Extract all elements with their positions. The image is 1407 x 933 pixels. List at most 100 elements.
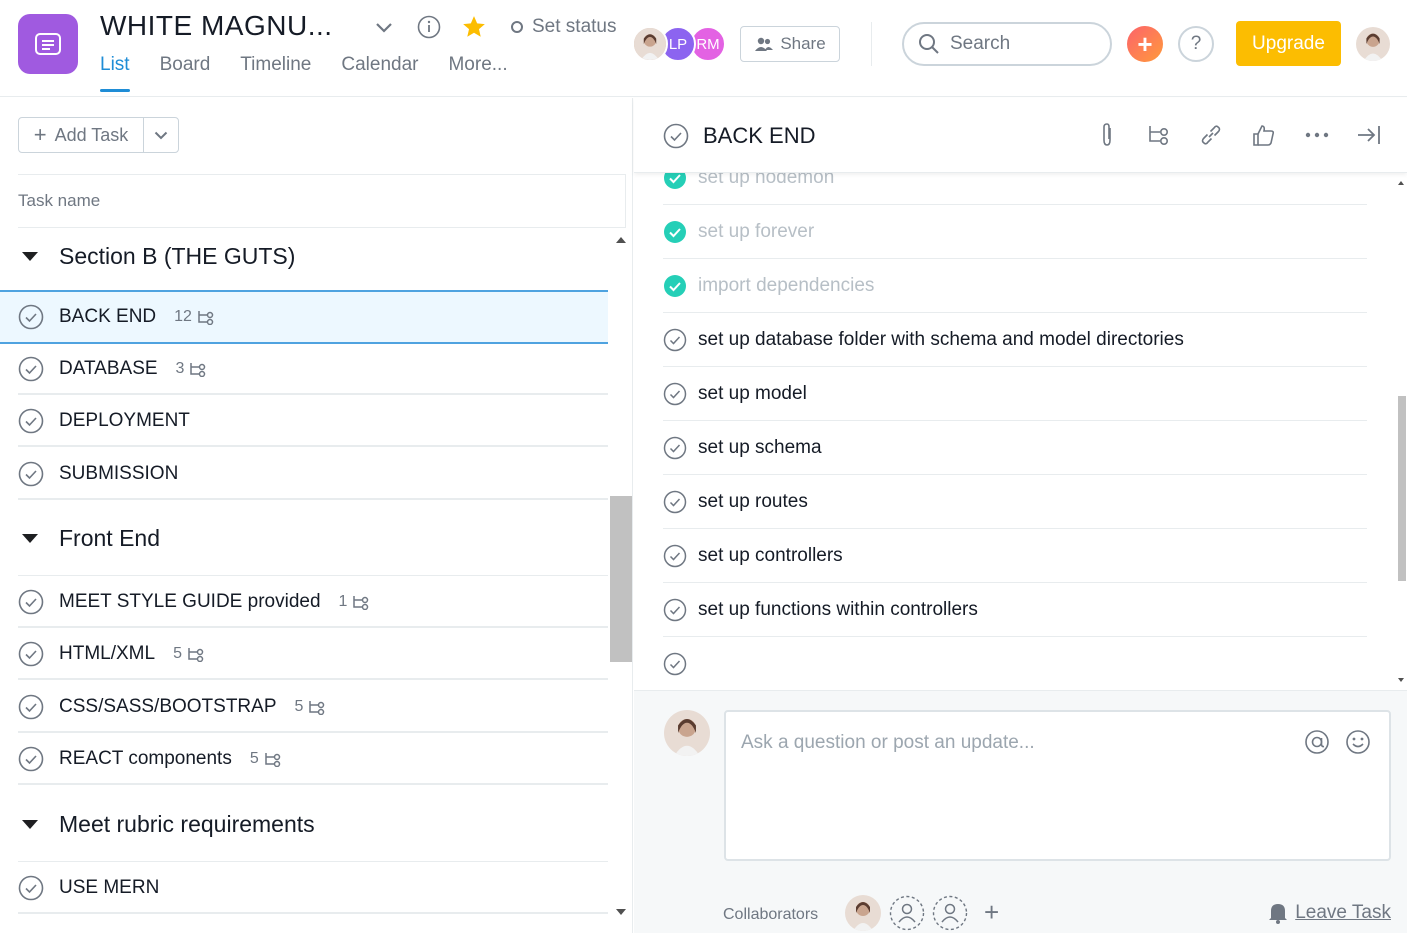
section-title[interactable]: Section B (THE GUTS) [59, 243, 295, 270]
complete-check-icon[interactable] [18, 875, 44, 901]
upgrade-button[interactable]: Upgrade [1236, 21, 1341, 66]
add-task-dropdown[interactable] [144, 118, 178, 152]
subtask-icon[interactable] [1144, 120, 1174, 150]
complete-check-icon[interactable] [18, 641, 44, 667]
subtask-row[interactable]: set up database folder with schema and m… [663, 313, 1367, 367]
tab-more[interactable]: More... [448, 54, 507, 92]
scrollbar-thumb[interactable] [1398, 396, 1406, 581]
help-button[interactable]: ? [1178, 26, 1214, 62]
subtask-row[interactable]: set up functions within controllers [663, 583, 1367, 637]
set-status-button[interactable]: Set status [510, 16, 617, 38]
share-button[interactable]: Share [740, 26, 840, 62]
like-icon[interactable] [1249, 120, 1279, 150]
comment-area: Ask a question or post an update... Coll… [634, 690, 1407, 933]
task-row[interactable]: DEPLOYMENT [18, 396, 608, 447]
complete-check-icon[interactable] [663, 436, 687, 460]
scroll-up-arrow-icon[interactable] [610, 232, 632, 248]
collaborator-avatar[interactable] [845, 895, 881, 931]
scroll-up-arrow-icon[interactable] [1396, 178, 1406, 188]
subtask-name[interactable]: set up functions within controllers [698, 599, 978, 621]
star-icon[interactable] [461, 14, 487, 40]
add-collaborator-placeholder-icon[interactable] [932, 895, 968, 931]
complete-check-icon[interactable] [663, 598, 687, 622]
tab-board[interactable]: Board [160, 54, 211, 92]
project-list-icon[interactable] [18, 14, 78, 74]
section-header[interactable]: Section B (THE GUTS) [0, 230, 608, 282]
comment-input[interactable]: Ask a question or post an update... [724, 710, 1391, 861]
complete-check-icon[interactable] [18, 694, 44, 720]
section-title[interactable]: Meet rubric requirements [59, 811, 315, 838]
collapse-triangle-icon[interactable] [22, 251, 38, 261]
mention-icon[interactable] [1303, 728, 1331, 756]
completed-check-icon[interactable] [663, 173, 687, 190]
subtask-row[interactable]: set up forever [663, 205, 1367, 259]
subtask-row[interactable]: import dependencies [663, 259, 1367, 313]
subtask-row[interactable]: set up schema [663, 421, 1367, 475]
more-options-icon[interactable] [1302, 120, 1332, 150]
complete-check-icon[interactable] [18, 589, 44, 615]
collapse-triangle-icon[interactable] [22, 533, 38, 543]
complete-check-icon[interactable] [663, 382, 687, 406]
task-row[interactable]: HTML/XML 5 [18, 629, 608, 680]
collapse-triangle-icon[interactable] [22, 819, 38, 829]
search-input[interactable]: Search [902, 22, 1112, 66]
new-subtask-row[interactable] [663, 637, 1367, 690]
leave-task-button[interactable]: Leave Task [1267, 901, 1391, 925]
complete-check-icon[interactable] [18, 304, 44, 330]
task-row[interactable]: REACT components 5 [18, 734, 608, 785]
column-header[interactable]: Task name [18, 174, 626, 228]
completed-check-icon[interactable] [663, 220, 687, 244]
completed-check-icon[interactable] [663, 274, 687, 298]
complete-check-icon[interactable] [18, 461, 44, 487]
link-icon[interactable] [1196, 120, 1226, 150]
tab-calendar[interactable]: Calendar [341, 54, 418, 92]
subtask-row[interactable]: set up routes [663, 475, 1367, 529]
complete-check-icon[interactable] [18, 356, 44, 382]
section-title[interactable]: Front End [59, 525, 160, 552]
complete-check-icon[interactable] [663, 652, 687, 676]
subtask-name[interactable]: set up controllers [698, 545, 843, 567]
complete-check-icon[interactable] [663, 123, 689, 149]
subtask-row[interactable]: set up controllers [663, 529, 1367, 583]
project-title[interactable]: WHITE MAGNU... [100, 10, 333, 42]
chevron-down-icon[interactable] [372, 16, 396, 40]
add-collaborator-button[interactable]: + [984, 897, 999, 928]
task-row[interactable]: SUBMISSION [18, 449, 608, 500]
task-row[interactable]: CSS/SASS/BOOTSTRAP 5 [18, 682, 608, 733]
user-avatar[interactable] [1354, 25, 1392, 63]
subtask-name[interactable]: set up forever [698, 221, 814, 243]
complete-check-icon[interactable] [663, 328, 687, 352]
subtask-name[interactable]: set up database folder with schema and m… [698, 329, 1184, 351]
scroll-down-arrow-icon[interactable] [1396, 675, 1406, 685]
task-row[interactable]: BACK END 12 [0, 290, 608, 344]
quick-add-button[interactable]: + [1127, 26, 1163, 62]
subtask-name[interactable]: import dependencies [698, 275, 874, 297]
subtask-name[interactable]: set up model [698, 383, 807, 405]
info-icon[interactable] [416, 14, 442, 40]
add-collaborator-placeholder-icon[interactable] [889, 895, 925, 931]
scroll-down-arrow-icon[interactable] [610, 904, 632, 920]
scrollbar-thumb[interactable] [610, 496, 632, 662]
subtask-name[interactable]: set up nodemon [698, 173, 834, 189]
subtask-row[interactable]: set up model [663, 367, 1367, 421]
subtask-name[interactable]: set up schema [698, 437, 822, 459]
attachment-icon[interactable] [1092, 120, 1122, 150]
task-row[interactable]: DATABASE 3 [18, 344, 608, 395]
tab-timeline[interactable]: Timeline [240, 54, 311, 92]
detail-title[interactable]: BACK END [703, 123, 815, 149]
complete-check-icon[interactable] [18, 746, 44, 772]
emoji-icon[interactable] [1344, 728, 1372, 756]
complete-check-icon[interactable] [663, 490, 687, 514]
subtask-name[interactable]: set up routes [698, 491, 808, 513]
section-header[interactable]: Meet rubric requirements [0, 798, 608, 850]
close-pane-icon[interactable] [1354, 120, 1384, 150]
task-row[interactable]: USE MERN [18, 863, 608, 914]
tab-list[interactable]: List [100, 54, 130, 92]
member-avatar[interactable] [632, 26, 668, 62]
complete-check-icon[interactable] [18, 408, 44, 434]
add-task-button[interactable]: + Add Task [19, 118, 144, 152]
task-row[interactable]: MEET STYLE GUIDE provided 1 [18, 577, 608, 628]
complete-check-icon[interactable] [663, 544, 687, 568]
subtask-row[interactable]: set up nodemon [663, 173, 1367, 205]
section-header[interactable]: Front End [0, 512, 608, 564]
